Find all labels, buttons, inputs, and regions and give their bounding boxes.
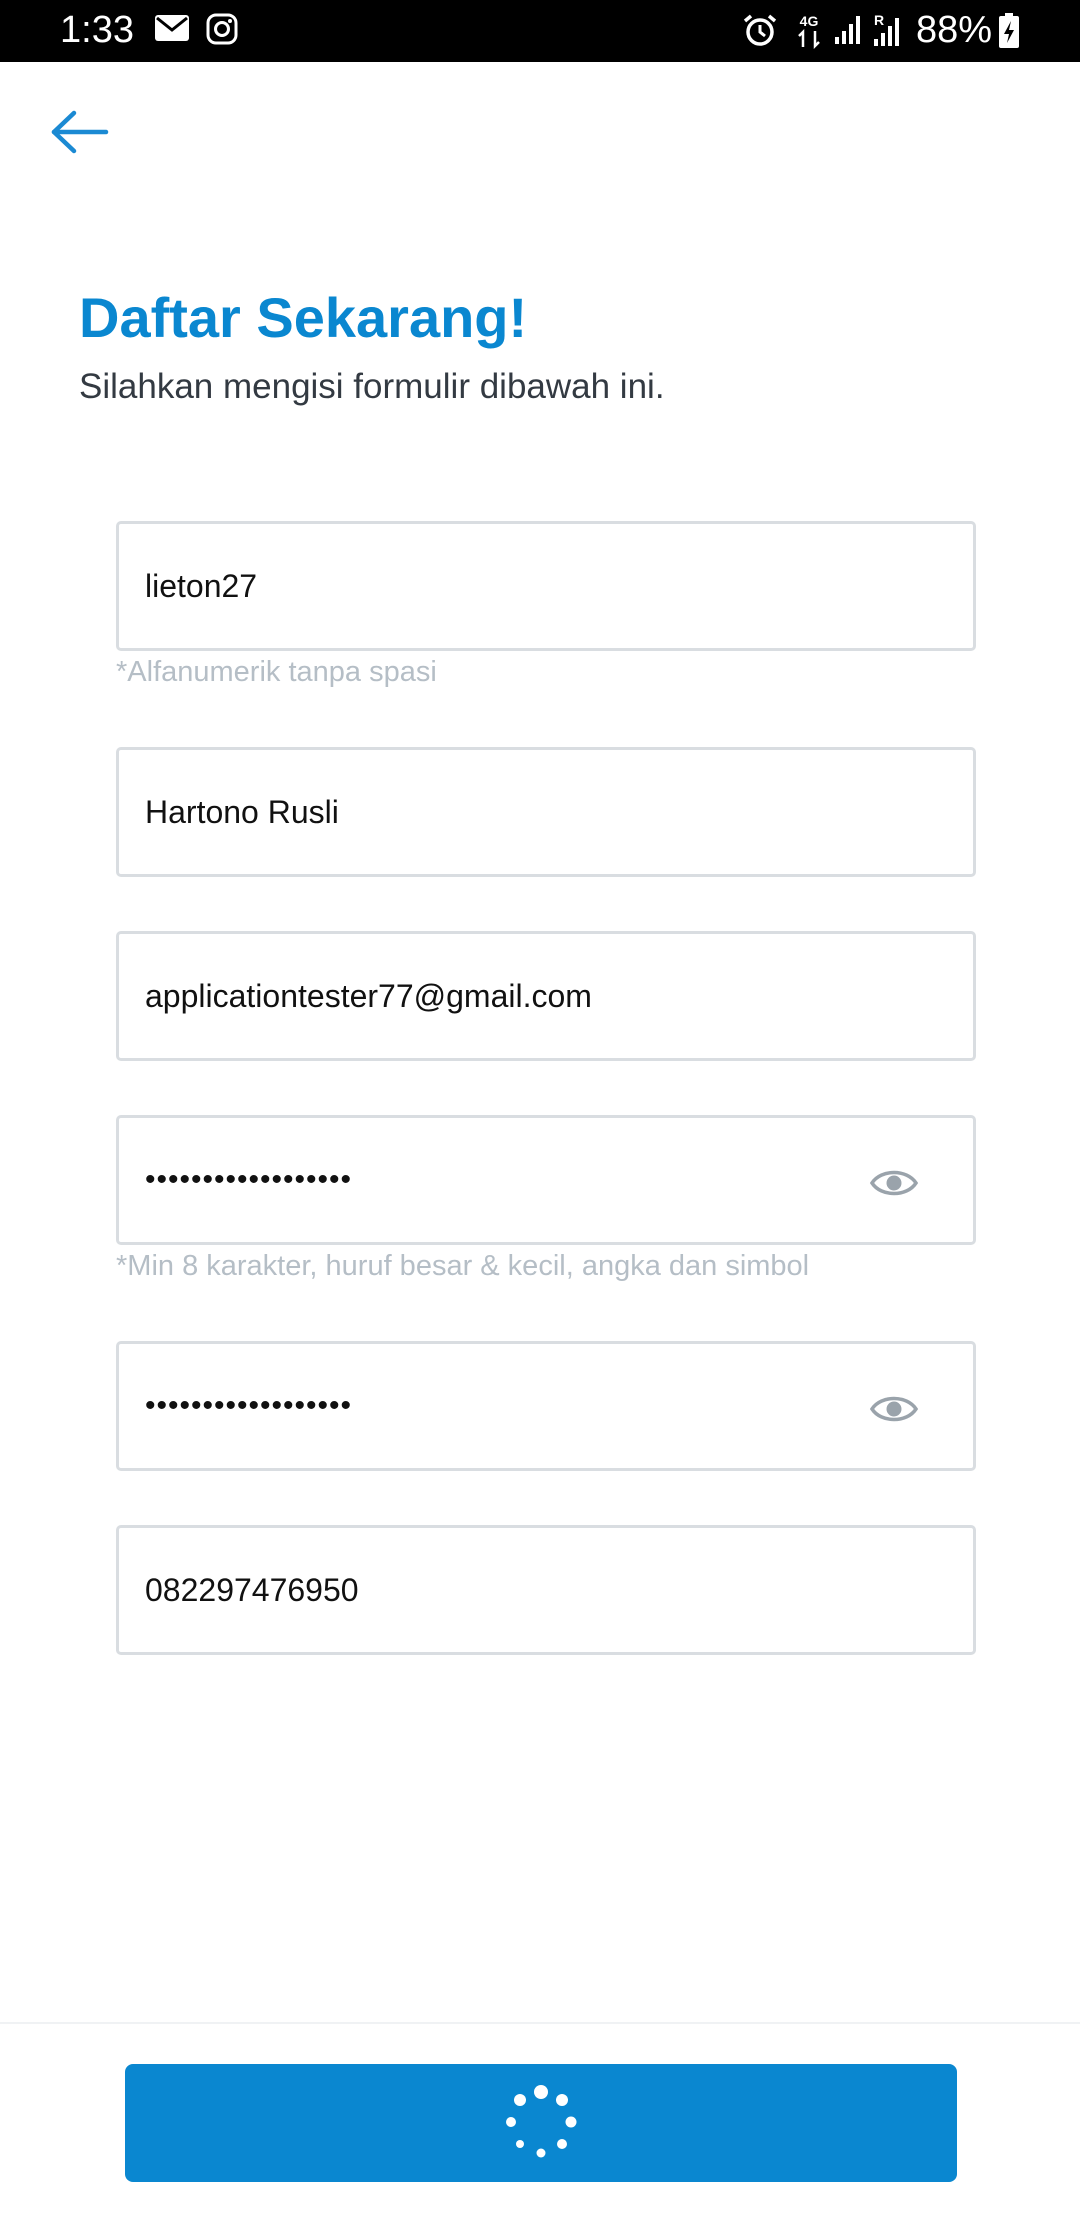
signal-icon: [835, 16, 860, 44]
signal-roaming-icon: R: [874, 13, 899, 46]
confirm-password-input[interactable]: [145, 1344, 905, 1468]
full-name-input[interactable]: [145, 750, 905, 874]
confirm-password-visibility-toggle[interactable]: [869, 1389, 919, 1429]
phone-field[interactable]: [116, 1525, 976, 1655]
password-hint: *Min 8 karakter, huruf besar & kecil, an…: [116, 1250, 810, 1282]
password-input[interactable]: [145, 1118, 905, 1242]
password-visibility-toggle[interactable]: [869, 1163, 919, 1203]
eye-icon: [869, 1170, 919, 1196]
alarm-icon: [743, 14, 777, 46]
username-input[interactable]: [145, 524, 905, 648]
instagram-icon: [206, 13, 238, 45]
battery-percentage: 88%: [916, 9, 993, 51]
phone-input[interactable]: [145, 1528, 905, 1652]
page-subtitle: Silahkan mengisi formulir dibawah ini.: [79, 367, 665, 406]
battery-charging-icon: [999, 13, 1019, 48]
full-name-field[interactable]: [116, 747, 976, 877]
page-title: Daftar Sekarang!: [79, 286, 528, 349]
eye-icon: [869, 1396, 919, 1422]
status-time: 1:33: [60, 9, 134, 51]
status-bar: 1:33 4G R 88%: [0, 0, 1080, 62]
data-arrows-icon: 4G: [798, 13, 820, 49]
username-field[interactable]: [116, 521, 976, 651]
email-field[interactable]: [116, 931, 976, 1061]
back-button[interactable]: [44, 102, 116, 162]
spinner-icon: [506, 2085, 577, 2158]
network-type-label: 4G: [800, 13, 819, 29]
confirm-password-field[interactable]: [116, 1341, 976, 1471]
password-field[interactable]: [116, 1115, 976, 1245]
submit-button[interactable]: [125, 2064, 957, 2182]
arrow-left-icon: [51, 110, 109, 154]
roaming-label: R: [874, 13, 884, 28]
email-input[interactable]: [145, 934, 905, 1058]
bottom-divider: [0, 2022, 1080, 2024]
username-hint: *Alfanumerik tanpa spasi: [116, 656, 437, 688]
email-icon: [155, 15, 189, 41]
